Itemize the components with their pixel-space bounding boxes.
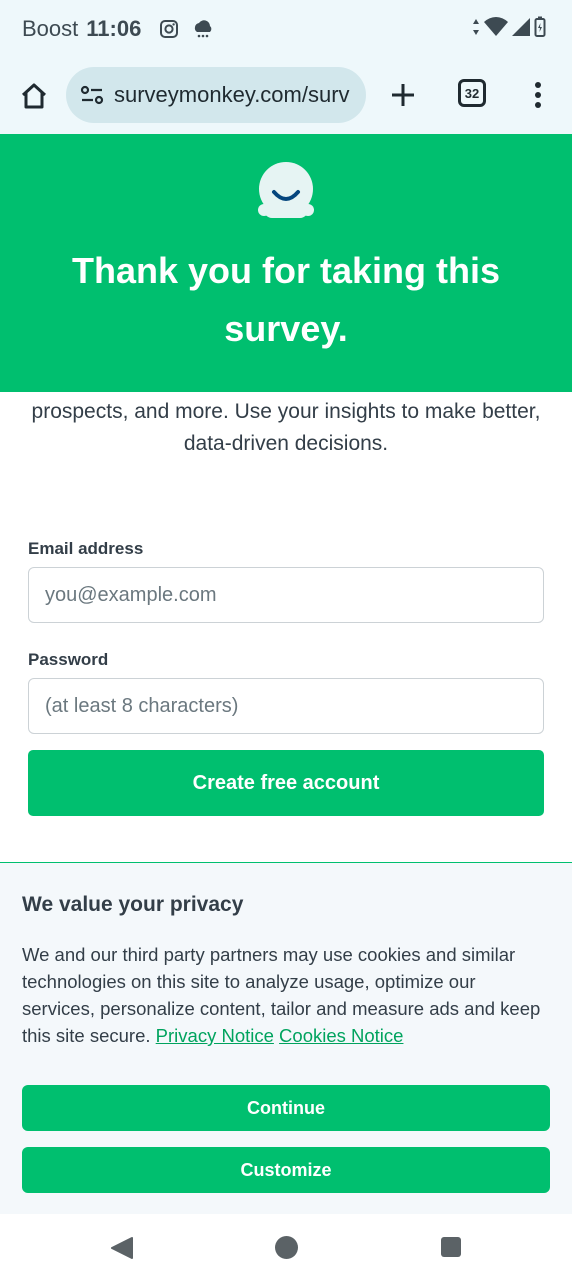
url-text: surveymonkey.com/surv (114, 82, 350, 107)
cloud-icon (195, 20, 212, 38)
surveymonkey-logo-icon (258, 162, 314, 218)
recent-apps-icon[interactable] (441, 1237, 461, 1257)
home-icon (21, 83, 47, 109)
site-settings-icon[interactable] (80, 85, 104, 105)
privacy-notice-link[interactable]: Privacy Notice (156, 1025, 274, 1046)
overflow-menu-icon[interactable] (528, 78, 548, 112)
system-nav-bar (0, 1214, 572, 1280)
email-label: Email address (28, 539, 144, 558)
data-arrows-icon (473, 19, 479, 35)
customize-button[interactable]: Customize (22, 1147, 550, 1193)
home-circle-icon[interactable] (275, 1236, 298, 1259)
tab-count: 32 (464, 85, 480, 101)
create-account-button[interactable]: Create free account (28, 750, 544, 816)
tabs-icon[interactable]: 32 (458, 79, 486, 107)
cookies-notice-link[interactable]: Cookies Notice (279, 1025, 403, 1046)
battery-icon (534, 16, 546, 37)
status-bar: Boost 11:06 (0, 0, 572, 58)
menu-dot (535, 92, 541, 98)
url-bar[interactable]: surveymonkey.com/surv (66, 67, 366, 123)
status-left: Boost 11:06 (22, 16, 215, 42)
instagram-icon (160, 20, 179, 38)
menu-dot (535, 82, 541, 88)
signal-icon (512, 18, 530, 36)
password-field[interactable] (28, 678, 544, 734)
password-label: Password (28, 650, 109, 669)
menu-dot (535, 102, 541, 108)
page-title: Thank you for taking this survey. (71, 250, 501, 349)
new-tab-icon (392, 84, 414, 106)
home-button[interactable] (18, 80, 50, 112)
privacy-title: We value your privacy (22, 893, 244, 916)
wifi-icon (484, 17, 508, 36)
email-field[interactable] (28, 567, 544, 623)
new-tab-button[interactable] (386, 78, 420, 112)
status-icons-left (159, 18, 215, 40)
carrier-name: Boost (22, 16, 79, 41)
privacy-banner: We value your privacy We and our third p… (0, 862, 572, 1214)
back-icon[interactable] (110, 1236, 134, 1260)
status-right (472, 16, 546, 38)
thank-you-header: Thank you for taking this survey. (0, 134, 572, 392)
status-time: 11:06 (86, 16, 142, 41)
continue-button[interactable]: Continue (22, 1085, 550, 1131)
intro-text: prospects, and more. Use your insights t… (31, 400, 541, 455)
privacy-body: We and our third party partners may use … (22, 941, 552, 1049)
browser-toolbar: surveymonkey.com/surv 32 (0, 58, 572, 192)
